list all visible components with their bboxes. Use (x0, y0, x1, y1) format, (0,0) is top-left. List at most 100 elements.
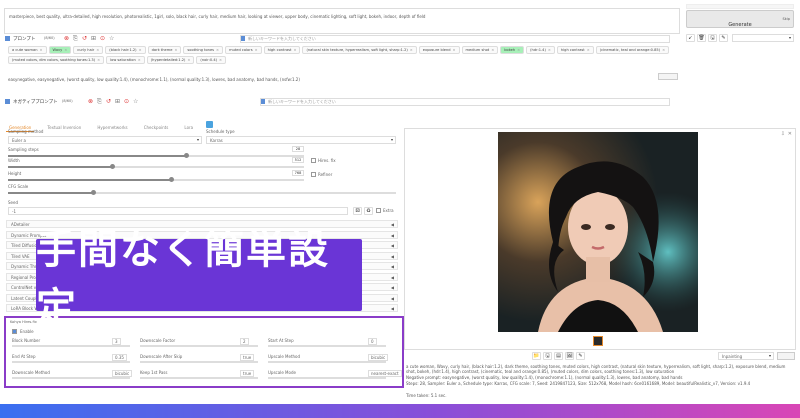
prompt-chip[interactable]: medium shot × (461, 46, 499, 54)
save-icon[interactable]: 🖫 (543, 352, 552, 360)
star-icon[interactable]: ☆ (109, 35, 114, 42)
slider-knob[interactable] (91, 190, 97, 195)
history-button[interactable] (658, 73, 678, 80)
kohya-field-value[interactable]: bicubic (368, 354, 389, 361)
chip-remove-icon[interactable]: × (39, 48, 42, 52)
prompt-chip[interactable]: Wavy × (48, 46, 72, 54)
cfg-slider[interactable] (8, 190, 396, 195)
download-icon[interactable]: ⇩ (781, 131, 785, 137)
recycle-icon[interactable]: ♻ (364, 207, 373, 215)
sampling-method-select[interactable]: Euler a ▾ (8, 136, 202, 144)
height-slider[interactable] (8, 177, 304, 182)
kohya-slider[interactable] (140, 361, 258, 363)
edit-style-icon[interactable]: ✎ (719, 34, 728, 42)
zip-icon[interactable]: ▤ (554, 352, 563, 360)
kohya-slider[interactable] (12, 361, 130, 363)
expand-icon[interactable] (5, 99, 10, 104)
folder-icon[interactable]: 📁 (532, 352, 541, 360)
kohya-field-value[interactable]: nearest-exact (368, 370, 402, 377)
chip-remove-icon[interactable]: × (96, 48, 99, 52)
copy-icon[interactable]: ⎘ (97, 98, 102, 106)
prompt-chip[interactable]: dark theme × (147, 46, 182, 54)
height-number[interactable]: 768 (292, 170, 304, 176)
enable-checkbox[interactable] (12, 329, 17, 334)
trash-icon[interactable]: 🗑 (697, 34, 706, 42)
thumbnail[interactable] (593, 336, 603, 346)
chip-remove-icon[interactable]: × (548, 48, 551, 52)
prompt-chip[interactable]: (hyperdetailed:1.2) × (146, 56, 195, 64)
autocomplete-input[interactable] (240, 35, 670, 43)
palette-icon[interactable]: ✎ (576, 352, 585, 360)
prompt-chip[interactable]: curly hair × (73, 46, 104, 54)
chip-remove-icon[interactable]: × (410, 48, 413, 52)
prompt-chip[interactable]: a cute woman × (8, 46, 47, 54)
generated-image[interactable] (498, 132, 698, 332)
width-number[interactable]: 512 (292, 157, 304, 163)
kohya-field-value[interactable]: 0.35 (112, 354, 127, 361)
settings-icon[interactable]: ⊙ (124, 98, 129, 105)
kohya-field-value[interactable]: bicubic (112, 370, 133, 377)
schedule-type-select[interactable]: Karras ▾ (206, 136, 396, 144)
chip-remove-icon[interactable]: × (64, 48, 67, 52)
bookmark-icon[interactable]: ⊞ (91, 35, 96, 42)
prompt-chip[interactable]: (hdr:1.4) × (526, 46, 555, 54)
sampling-steps-slider[interactable] (8, 153, 304, 158)
prompt-chip[interactable]: (muted colors, dim colors, soothing tone… (8, 56, 105, 64)
chip-remove-icon[interactable]: × (662, 48, 665, 52)
hires-fix-checkbox[interactable] (311, 158, 316, 163)
slider-knob[interactable] (168, 177, 174, 182)
chip-remove-icon[interactable]: × (255, 48, 258, 52)
kohya-field-value[interactable]: 2 (240, 338, 249, 345)
chip-remove-icon[interactable]: × (517, 48, 520, 52)
skip-button[interactable]: Skip (686, 4, 794, 21)
kohya-field-value[interactable]: 0 (368, 338, 377, 345)
chip-remove-icon[interactable]: × (139, 48, 142, 52)
kohya-slider[interactable] (140, 345, 258, 347)
prompt-chip[interactable]: high contrast × (263, 46, 301, 54)
kohya-field-value[interactable]: true (240, 354, 255, 361)
undo-icon[interactable]: ↺ (82, 35, 87, 42)
chip-remove-icon[interactable]: × (453, 48, 456, 52)
prompt-chip[interactable]: soothing tones × (183, 46, 224, 54)
raw-prompt-text[interactable]: easynegative, easynegative, (worst quali… (8, 77, 648, 82)
send-button[interactable] (777, 352, 795, 360)
prompt-chip[interactable]: high contrast × (556, 46, 594, 54)
prompt-chip[interactable]: low saturation × (106, 56, 145, 64)
prompt-chip[interactable]: muted colors × (225, 46, 262, 54)
dice-icon[interactable]: ⚄ (353, 207, 362, 215)
generate-button[interactable]: Generate (686, 10, 794, 28)
undo-icon[interactable]: ↺ (106, 98, 111, 105)
send-to-select[interactable]: Inpainting ▾ (718, 352, 774, 360)
delete-icon[interactable]: ⊗ (64, 35, 69, 42)
extra-checkbox[interactable] (376, 208, 381, 213)
kohya-field-value[interactable]: true (240, 370, 255, 377)
save-style-icon[interactable]: 🖫 (708, 34, 717, 42)
settings-icon[interactable]: ⊙ (100, 35, 105, 42)
bookmark-icon[interactable]: ⊞ (115, 98, 120, 105)
negative-autocomplete-input[interactable] (260, 98, 670, 106)
width-slider[interactable] (8, 164, 304, 169)
paste-icon[interactable]: ↙ (686, 34, 695, 42)
prompt-chip[interactable]: (noir:0.4) × (196, 56, 227, 64)
chip-remove-icon[interactable]: × (97, 58, 100, 62)
sampling-steps-number[interactable]: 28 (292, 146, 304, 152)
kohya-slider[interactable] (268, 377, 386, 379)
chip-remove-icon[interactable]: × (216, 48, 219, 52)
chip-remove-icon[interactable]: × (491, 48, 494, 52)
kohya-slider[interactable] (12, 345, 130, 347)
expand-icon[interactable] (5, 36, 10, 41)
seed-input[interactable]: -1 (8, 207, 348, 215)
prompt-chip[interactable]: (natural skin texture, hyperrealism, sof… (302, 46, 417, 54)
prompt-chip[interactable]: exposure blend × (418, 46, 460, 54)
chip-remove-icon[interactable]: × (219, 58, 222, 62)
star-icon[interactable]: ☆ (133, 98, 138, 105)
prompt-chip[interactable]: (black hair:1.2) × (105, 46, 146, 54)
prompt-chip[interactable]: bokeh × (500, 46, 525, 54)
chip-remove-icon[interactable]: × (587, 48, 590, 52)
copy-icon[interactable]: ⎘ (73, 35, 78, 43)
chip-remove-icon[interactable]: × (187, 58, 190, 62)
close-icon[interactable]: ✕ (788, 131, 792, 137)
kohya-field-value[interactable]: 3 (112, 338, 121, 345)
delete-icon[interactable]: ⊗ (88, 98, 93, 105)
kohya-slider[interactable] (140, 377, 258, 379)
